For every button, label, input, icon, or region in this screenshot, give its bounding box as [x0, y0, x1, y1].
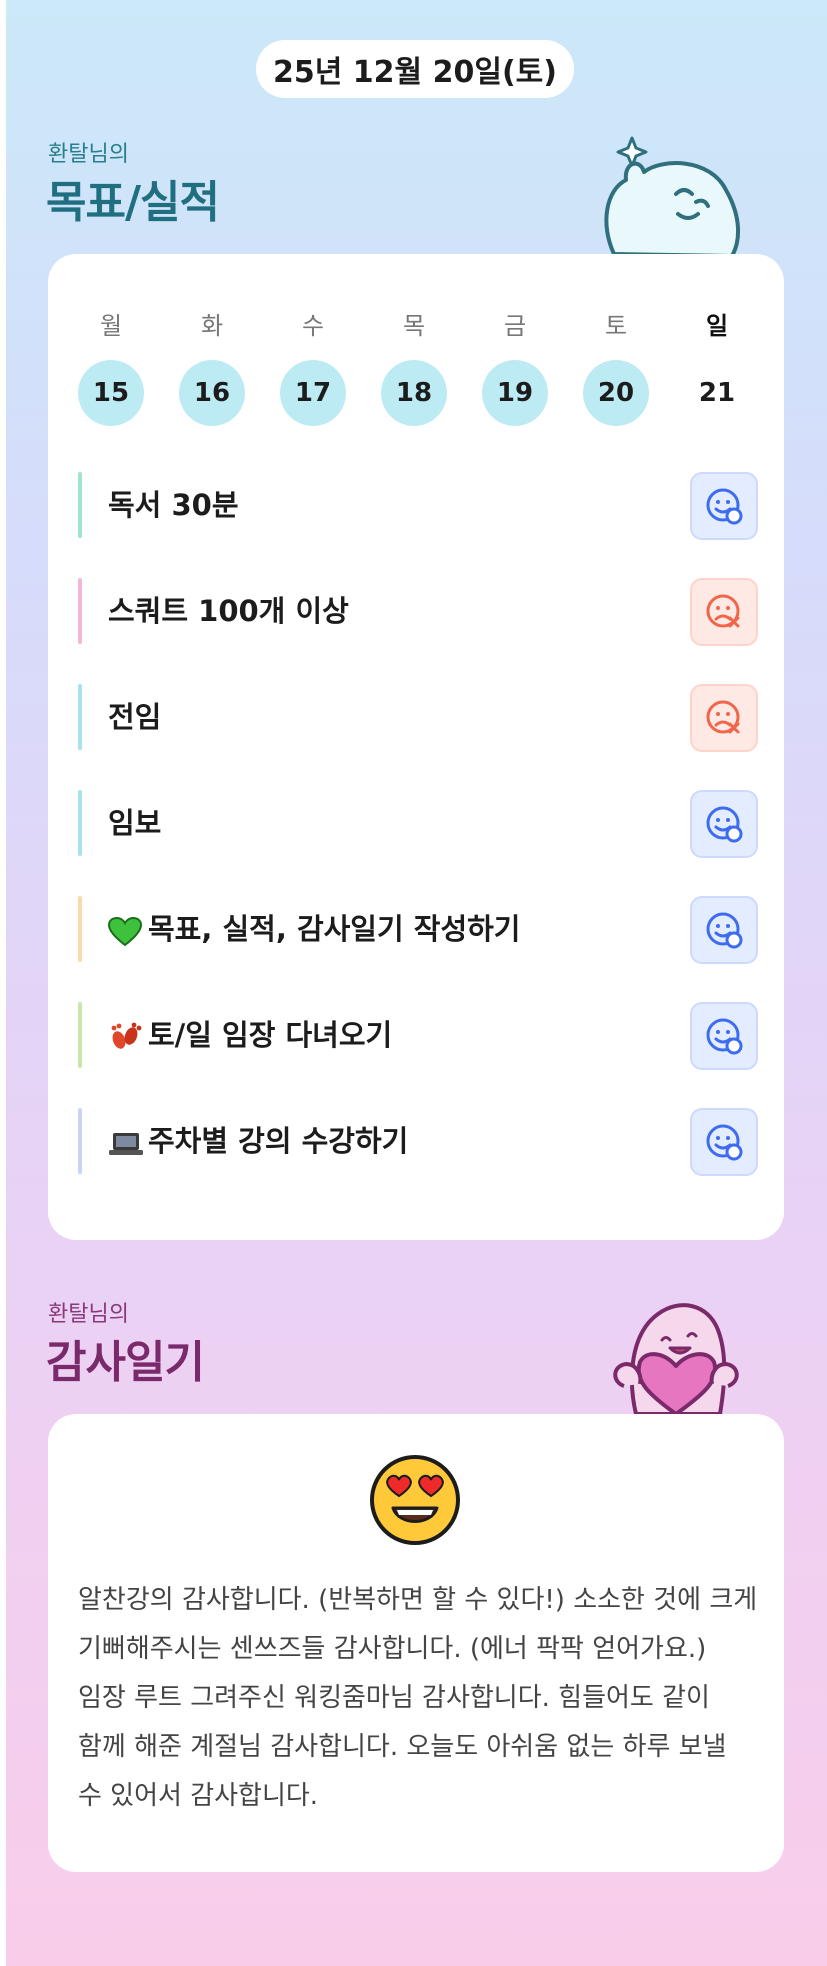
- goal-color-bar: [78, 1002, 82, 1068]
- goals-card: 월 화 수 목 금 토 일 15 16 17 18 19 20 21 독서 30…: [48, 254, 784, 1240]
- date-header[interactable]: 25년 12월 20일(토): [256, 40, 574, 98]
- date-cell[interactable]: 19: [482, 360, 548, 426]
- goal-color-bar: [78, 790, 82, 856]
- goal-row: 독서 30분: [78, 472, 758, 540]
- goal-color-bar: [78, 896, 82, 962]
- goal-row: 토/일 임장 다녀오기: [78, 1002, 758, 1070]
- sad-x-icon: [706, 594, 740, 628]
- goal-label-wrap: 토/일 임장 다녀오기: [108, 1002, 392, 1068]
- diary-card: 알찬강의 감사합니다. (반복하면 할 수 있다!) 소소한 것에 크게 기뻐해…: [48, 1414, 784, 1872]
- laptop-icon: [108, 1110, 148, 1176]
- date-cell[interactable]: 18: [381, 360, 447, 426]
- day-name-wed: 수: [301, 312, 325, 340]
- success-status-button[interactable]: [690, 472, 758, 540]
- fail-status-button[interactable]: [690, 578, 758, 646]
- goal-label: 스쿼트 100개 이상: [108, 594, 349, 628]
- date-cell[interactable]: 17: [280, 360, 346, 426]
- smile-check-icon: [706, 1124, 743, 1161]
- smile-check-icon: [706, 806, 743, 843]
- sad-x-icon: [706, 700, 740, 734]
- goals-section-title: 목표/실적: [46, 177, 220, 228]
- goal-row: 전임: [78, 684, 758, 752]
- day-name-mon: 월: [99, 312, 123, 340]
- heart-eyes-emoji-icon: [370, 1455, 460, 1545]
- goals-user-label: 환탈님의: [48, 142, 129, 167]
- date-cell[interactable]: 21: [684, 360, 750, 426]
- goal-label: 독서 30분: [108, 488, 239, 522]
- goal-color-bar: [78, 472, 82, 538]
- goal-label: 목표, 실적, 감사일기 작성하기: [148, 912, 521, 946]
- date-cell[interactable]: 15: [78, 360, 144, 426]
- day-name-thu: 목: [402, 312, 426, 340]
- goal-row: 임보: [78, 790, 758, 858]
- date-cell[interactable]: 20: [583, 360, 649, 426]
- goal-label: 주차별 강의 수강하기: [148, 1124, 409, 1158]
- goal-color-bar: [78, 684, 82, 750]
- heart-mascot-icon: [613, 1303, 739, 1416]
- smile-check-icon: [706, 912, 743, 949]
- day-name-tue: 화: [200, 312, 224, 340]
- green-heart-icon: [107, 898, 148, 964]
- diary-section-title: 감사일기: [46, 1337, 205, 1388]
- goal-color-bar: [78, 1108, 82, 1174]
- footprints-icon: [108, 1004, 148, 1070]
- fail-status-button[interactable]: [690, 684, 758, 752]
- date-cell[interactable]: 16: [179, 360, 245, 426]
- goal-label-wrap: 주차별 강의 수강하기: [108, 1108, 408, 1174]
- goal-row: 스쿼트 100개 이상: [78, 578, 758, 646]
- success-status-button[interactable]: [690, 790, 758, 858]
- goal-label: 토/일 임장 다녀오기: [148, 1018, 393, 1052]
- goal-color-bar: [78, 578, 82, 644]
- goal-label: 임보: [108, 806, 162, 840]
- success-status-button[interactable]: [690, 1002, 758, 1070]
- day-name-sat: 토: [604, 312, 628, 340]
- day-name-fri: 금: [503, 312, 527, 340]
- goal-label: 전임: [108, 700, 162, 734]
- smile-check-icon: [706, 1018, 743, 1055]
- smile-check-icon: [706, 488, 743, 525]
- day-name-sun: 일: [705, 312, 729, 340]
- left-edge-divider: [0, 0, 6, 1966]
- success-status-button[interactable]: [690, 896, 758, 964]
- diary-user-label: 환탈님의: [48, 1302, 129, 1327]
- goal-row: 주차별 강의 수강하기: [78, 1108, 758, 1176]
- success-status-button[interactable]: [690, 1108, 758, 1176]
- goal-row: 목표, 실적, 감사일기 작성하기: [78, 896, 758, 964]
- diary-text: 알찬강의 감사합니다. (반복하면 할 수 있다!) 소소한 것에 크게 기뻐해…: [78, 1585, 758, 1811]
- goal-label-wrap: 목표, 실적, 감사일기 작성하기: [107, 896, 521, 964]
- waving-mascot-icon: [604, 136, 741, 258]
